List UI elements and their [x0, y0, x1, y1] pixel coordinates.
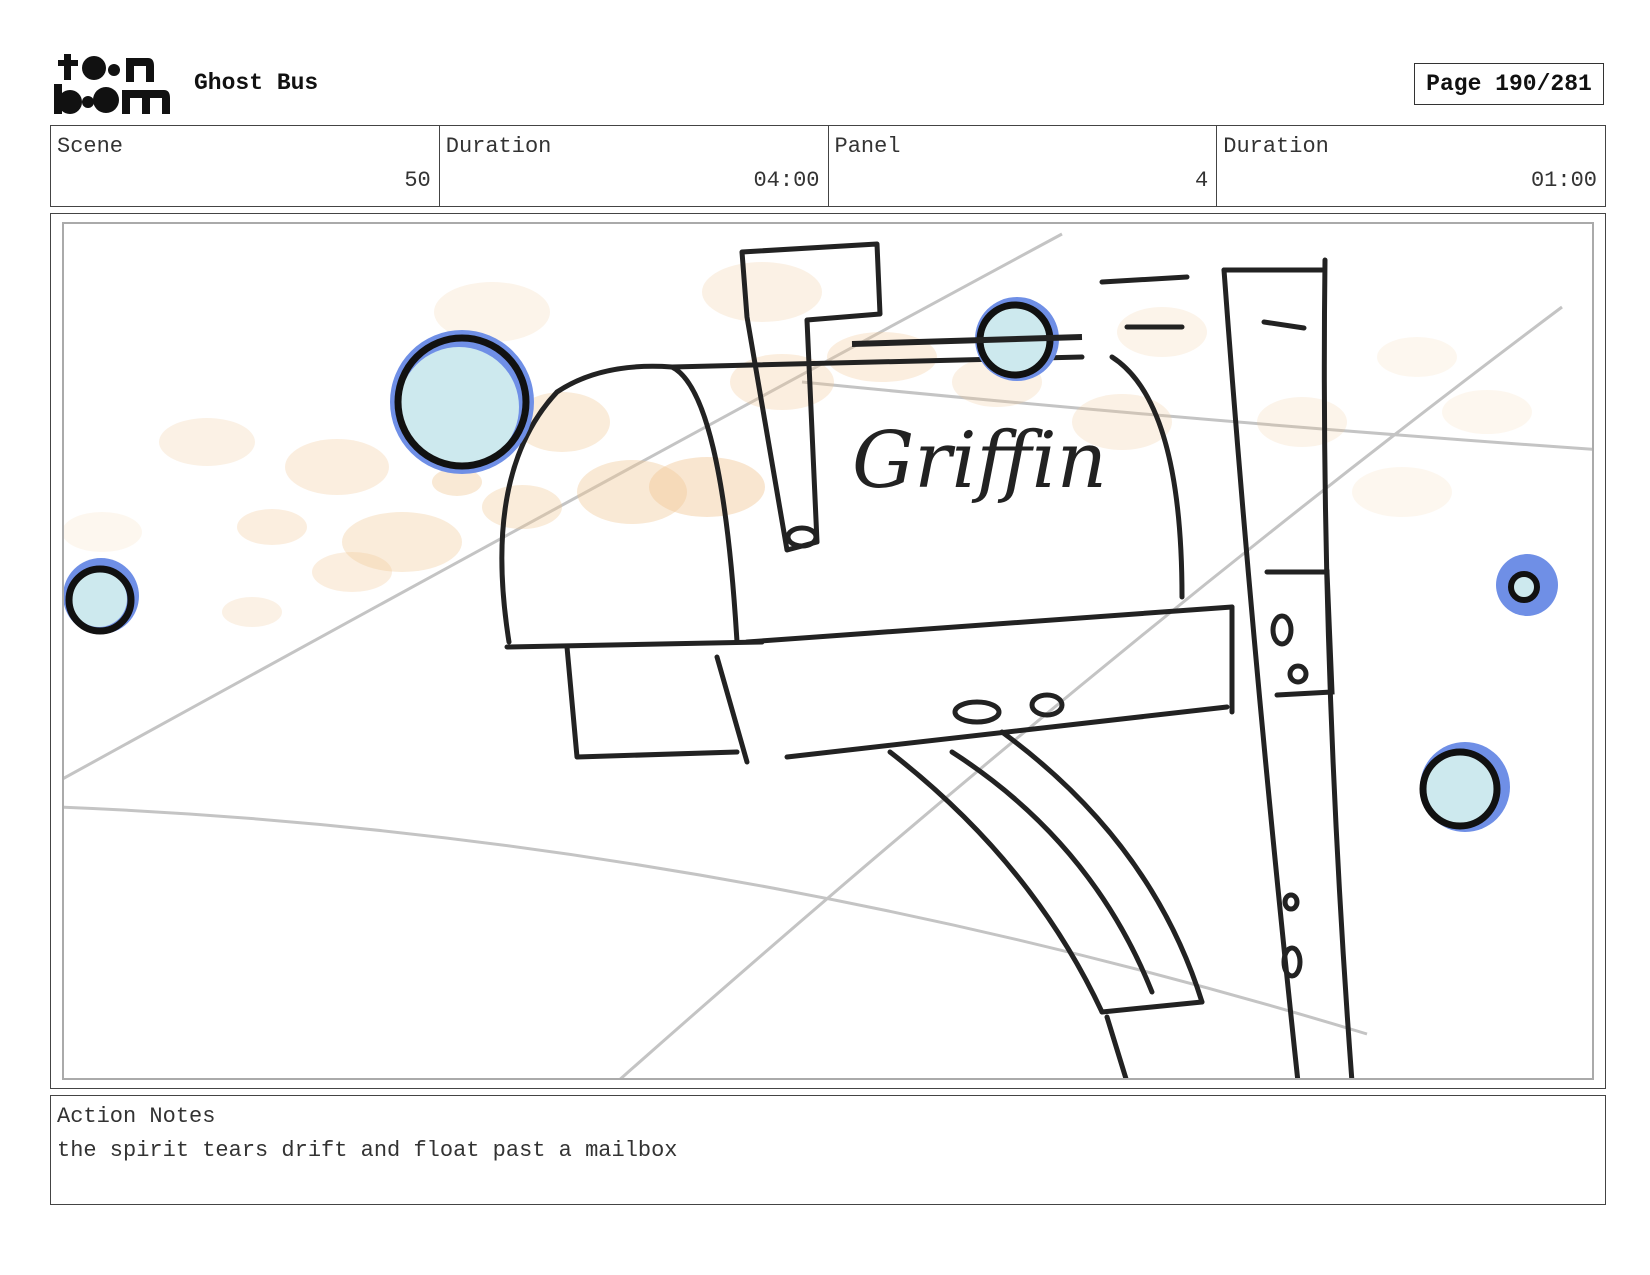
mailbox-name: Griffin — [852, 416, 1107, 506]
panel-duration-cell: Duration 01:00 — [1217, 126, 1605, 206]
panel-cell: Panel 4 — [829, 126, 1218, 206]
scene-duration-cell: Duration 04:00 — [440, 126, 829, 206]
panel-value: 4 — [1195, 168, 1209, 193]
scene-cell: Scene 50 — [51, 126, 440, 206]
spirit-tear — [64, 558, 139, 635]
panel-duration-label: Duration — [1223, 134, 1329, 159]
panel-duration-value: 01:00 — [1530, 168, 1597, 193]
page-indicator: Page 190/281 — [1414, 63, 1604, 105]
panel-label: Panel — [834, 134, 901, 159]
panel-info-row: Scene 50 Duration 04:00 Panel 4 Duration… — [50, 125, 1606, 207]
action-notes: Action Notes the spirit tears drift and … — [50, 1095, 1606, 1205]
mailbox-arm — [887, 729, 1205, 1078]
scene-duration-label: Duration — [445, 134, 552, 159]
mailbox-post — [1221, 257, 1355, 1078]
spirit-tear — [1419, 742, 1510, 832]
toon-boom-logo — [54, 52, 172, 116]
scene-label: Scene — [57, 134, 124, 159]
scene-duration-value: 04:00 — [753, 168, 820, 193]
action-notes-label: Action Notes — [57, 1104, 216, 1129]
panel-drawing: Griffin — [62, 222, 1594, 1080]
spirit-tear — [390, 330, 534, 474]
spirit-tear — [1496, 554, 1558, 616]
action-notes-text: the spirit tears drift and float past a … — [57, 1138, 678, 1163]
scene-value: 50 — [404, 168, 431, 193]
project-title: Ghost Bus — [194, 70, 319, 96]
storyboard-sketch: Griffin — [64, 232, 1592, 1078]
